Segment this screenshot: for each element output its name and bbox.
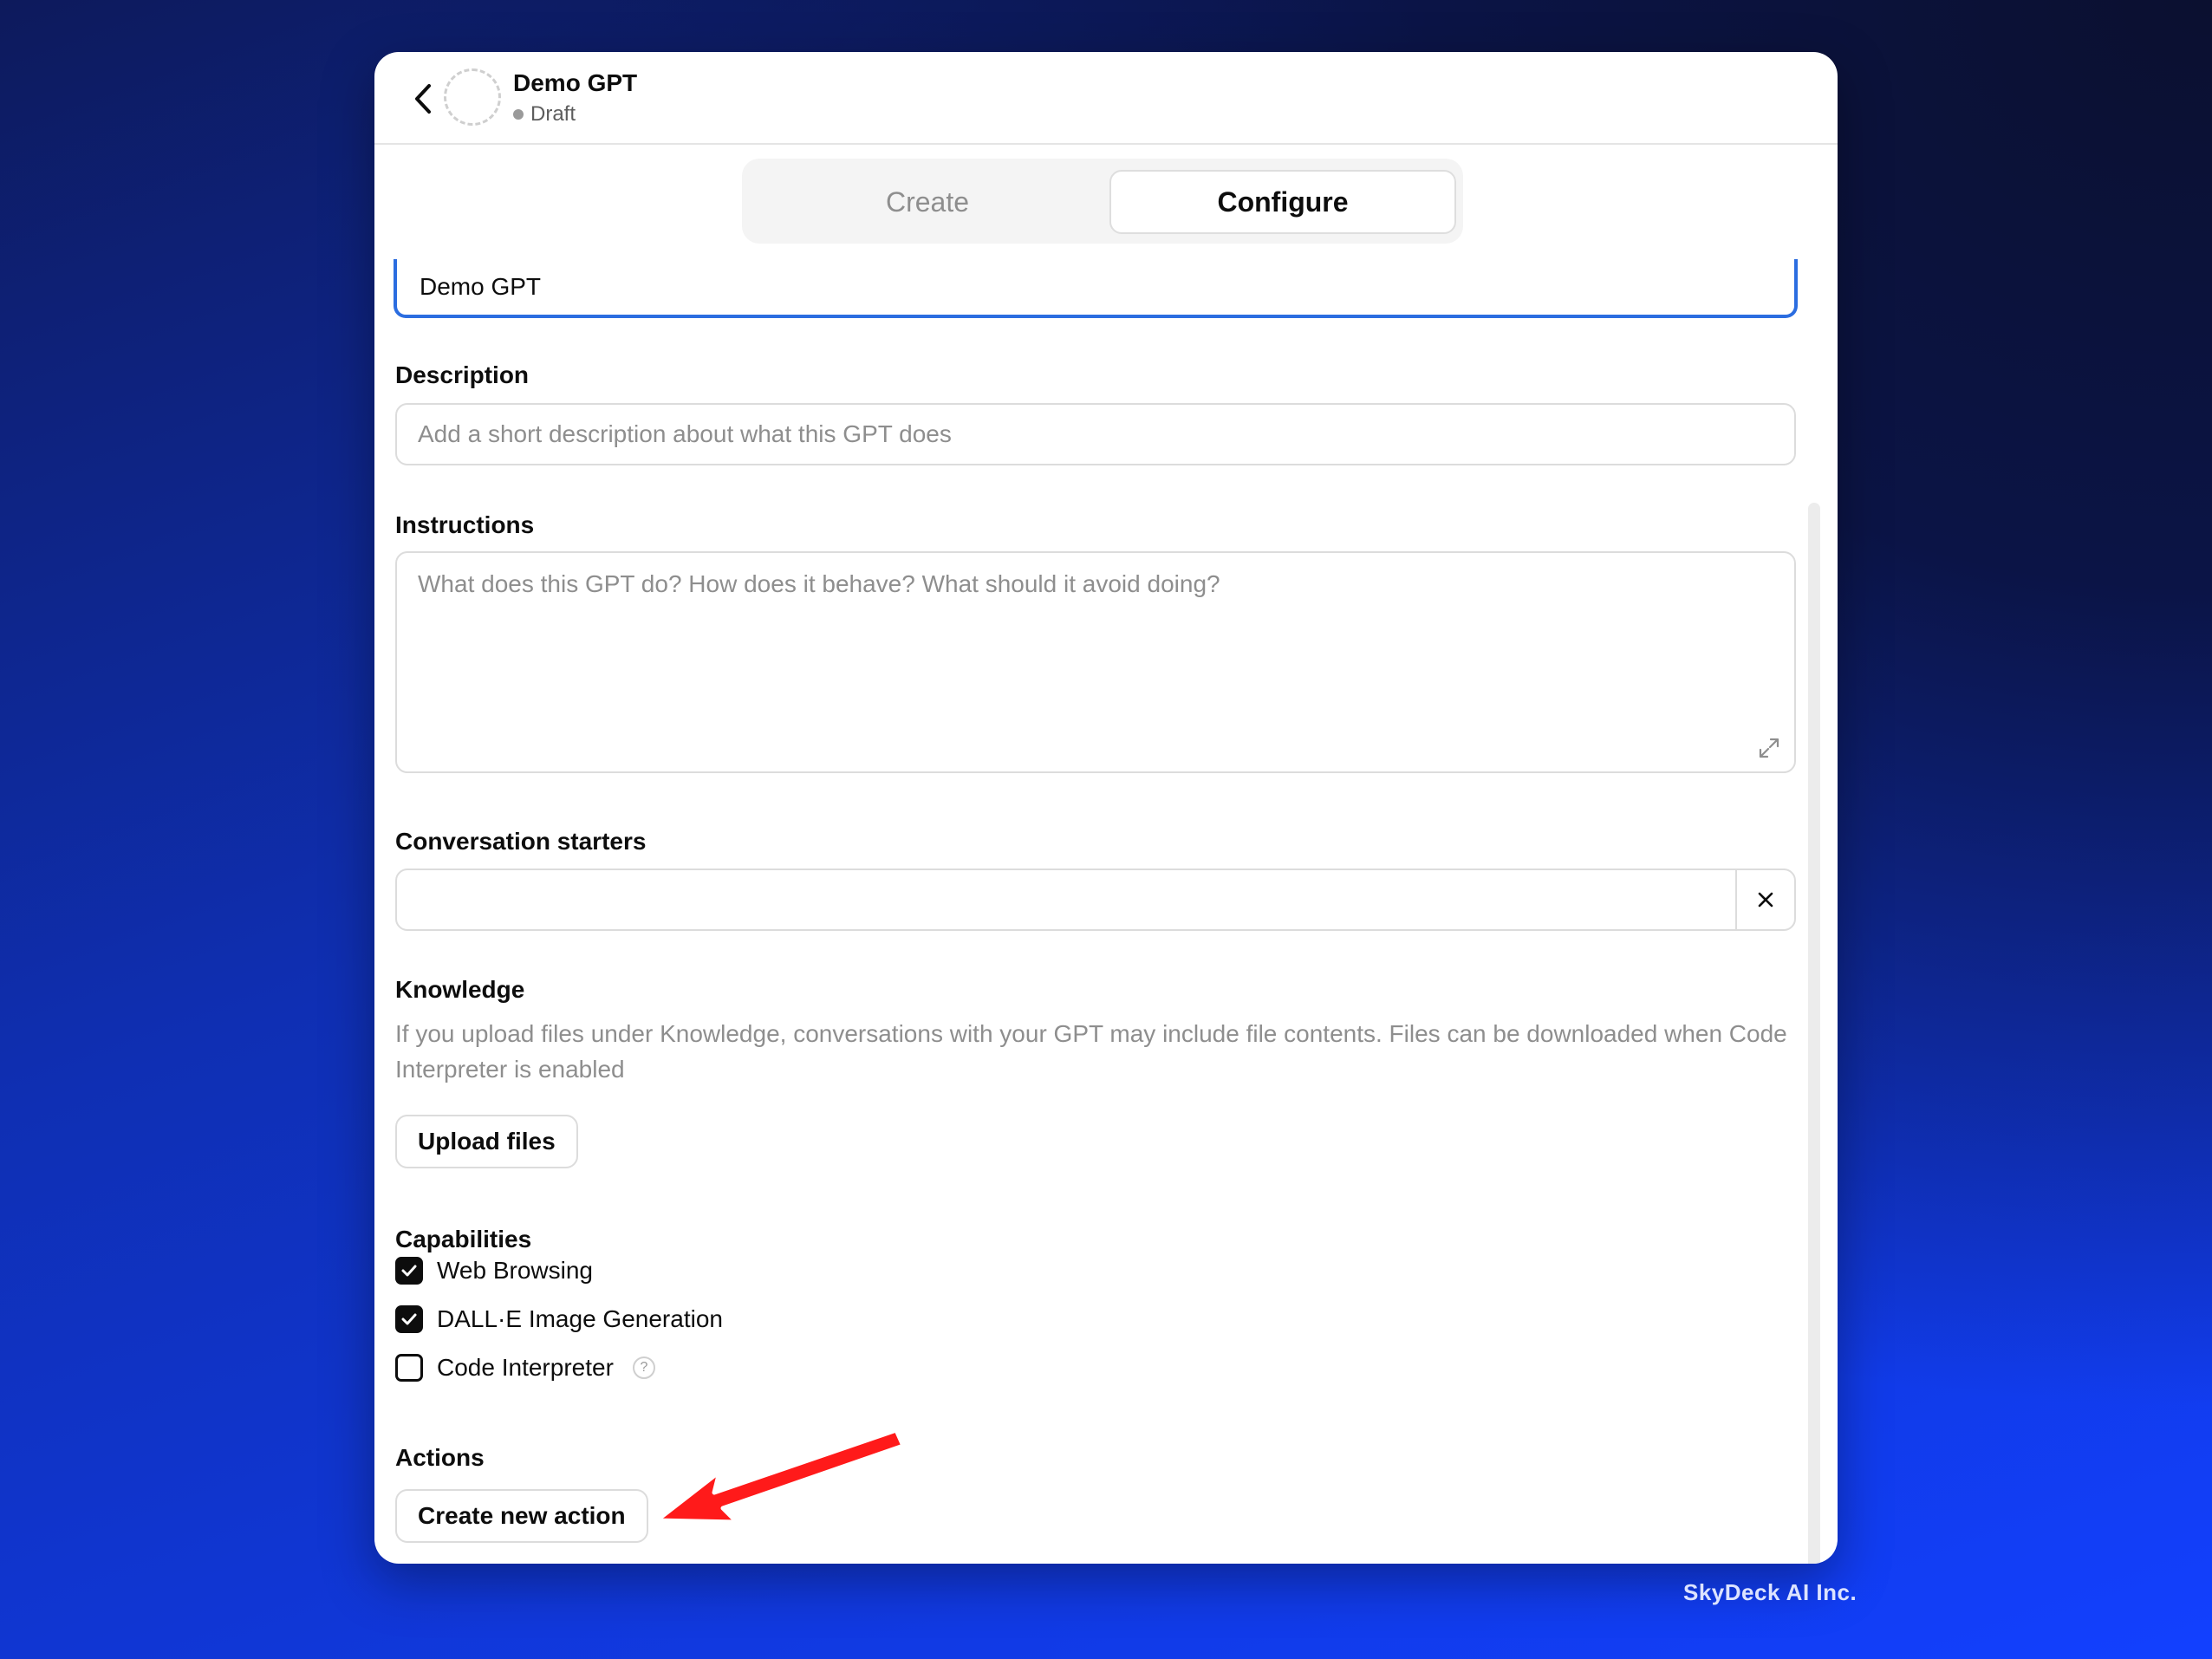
description-label: Description xyxy=(395,361,530,388)
instructions-label: Instructions xyxy=(395,511,535,538)
scrollbar[interactable] xyxy=(1808,503,1820,1564)
instructions-textarea[interactable]: What does this GPT do? How does it behav… xyxy=(395,551,1796,773)
gpt-editor-window: Demo GPT Draft Create Configure Demo GPT… xyxy=(374,52,1838,1564)
status-dot-icon xyxy=(513,109,524,120)
checkmark-icon xyxy=(401,1265,417,1277)
mode-tabs: Create Configure xyxy=(742,159,1463,244)
code-interpreter-checkbox[interactable] xyxy=(395,1354,423,1382)
capability-code-interpreter: Code Interpreter ? xyxy=(395,1350,655,1385)
footer-credit: SkyDeck AI Inc. xyxy=(1683,1579,1857,1605)
web-browsing-checkbox[interactable] xyxy=(395,1257,423,1285)
capability-dalle: DALL·E Image Generation xyxy=(395,1302,723,1337)
description-input[interactable]: Add a short description about what this … xyxy=(395,403,1796,465)
capability-web-browsing: Web Browsing xyxy=(395,1253,593,1288)
actions-label: Actions xyxy=(395,1444,485,1471)
create-new-action-button[interactable]: Create new action xyxy=(395,1489,648,1543)
conversation-starters-label: Conversation starters xyxy=(395,828,647,855)
capabilities-label: Capabilities xyxy=(395,1226,532,1252)
gpt-avatar-placeholder[interactable] xyxy=(444,68,501,126)
instructions-placeholder: What does this GPT do? How does it behav… xyxy=(418,570,1220,597)
name-input[interactable]: Demo GPT xyxy=(394,259,1798,318)
gpt-name-title: Demo GPT xyxy=(513,69,638,96)
tab-create[interactable]: Create xyxy=(754,170,1101,234)
knowledge-help-text: If you upload files under Knowledge, con… xyxy=(395,1020,1787,1083)
red-arrow-annotation-icon xyxy=(654,1428,906,1525)
help-circle-icon[interactable]: ? xyxy=(632,1356,655,1379)
expand-icon[interactable] xyxy=(1758,737,1780,759)
knowledge-label: Knowledge xyxy=(395,976,525,1003)
back-button[interactable] xyxy=(399,75,447,123)
dalle-checkbox[interactable] xyxy=(395,1305,423,1333)
conversation-starter-input[interactable] xyxy=(395,869,1796,931)
close-icon xyxy=(1758,892,1773,908)
checkmark-icon xyxy=(401,1313,417,1325)
description-placeholder: Add a short description about what this … xyxy=(418,420,952,447)
tab-configure[interactable]: Configure xyxy=(1109,170,1456,234)
header-bar: Demo GPT Draft xyxy=(374,52,1838,145)
status-text: Draft xyxy=(530,102,576,126)
dalle-label[interactable]: DALL·E Image Generation xyxy=(437,1305,723,1333)
status-indicator: Draft xyxy=(513,102,576,127)
chevron-left-icon xyxy=(415,84,431,114)
code-interpreter-label[interactable]: Code Interpreter xyxy=(437,1354,614,1382)
web-browsing-label[interactable]: Web Browsing xyxy=(437,1257,593,1285)
upload-files-button[interactable]: Upload files xyxy=(395,1115,578,1168)
remove-starter-button[interactable] xyxy=(1735,870,1794,929)
